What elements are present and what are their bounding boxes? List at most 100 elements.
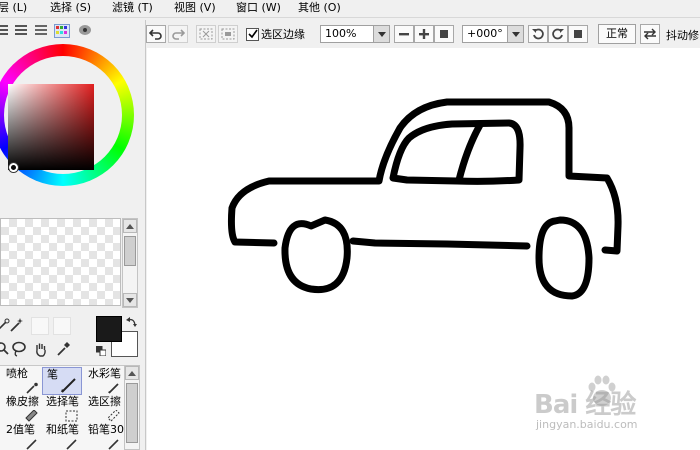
- deselect-button[interactable]: [196, 25, 216, 43]
- scratchpad-scrollbar[interactable]: [122, 218, 138, 308]
- angle-value: +000°: [467, 27, 503, 40]
- car-window: [389, 119, 524, 185]
- pen-icon: [61, 378, 76, 393]
- magic-wand-tool[interactable]: [8, 316, 26, 334]
- menu-bar: 层 (L) 选择 (S) 滤镜 (T) 视图 (V) 窗口 (W) 其他 (O): [0, 0, 700, 18]
- menu-select[interactable]: 选择 (S): [50, 1, 91, 15]
- brush-label: 选择笔: [46, 395, 79, 408]
- menu-filter[interactable]: 滤镜 (T): [112, 1, 153, 15]
- left-panel: 喷枪 笔 水彩笔 橡皮擦 选择笔 选区擦 2值笔 和纸笔 铅笔30: [0, 20, 146, 450]
- eyedropper-icon: [57, 342, 70, 356]
- magnifier-icon: [0, 342, 9, 355]
- brush-label: 笔: [47, 368, 58, 381]
- zoom-in-button[interactable]: [414, 25, 434, 43]
- brush-label: 橡皮擦: [6, 395, 39, 408]
- selection-eraser-icon: [107, 410, 120, 422]
- chevron-down-icon: [507, 26, 523, 42]
- rotate-reset-button[interactable]: [568, 25, 588, 43]
- brush-eraser[interactable]: 橡皮擦: [2, 395, 42, 423]
- hand-tool[interactable]: [32, 340, 50, 358]
- redo-button[interactable]: [168, 25, 188, 43]
- scroll-up-arrow[interactable]: [125, 366, 139, 380]
- lasso-icon: [12, 341, 26, 357]
- rotate-reset-icon: [574, 30, 582, 38]
- zoom-out-icon: [399, 33, 409, 36]
- menu-view[interactable]: 视图 (V): [174, 1, 216, 15]
- brush-pencil[interactable]: 铅笔30: [84, 423, 124, 450]
- check-icon: [247, 29, 258, 39]
- brush-label: 2值笔: [6, 423, 35, 436]
- rgb-slider-mode-button[interactable]: [14, 24, 30, 38]
- empty-tool-slot: [53, 317, 71, 335]
- scroll-up-arrow[interactable]: [123, 219, 137, 233]
- lasso-tool[interactable]: [10, 340, 28, 358]
- swap-colors-icon[interactable]: [126, 316, 138, 328]
- pencil-icon: [108, 439, 119, 450]
- brush-label: 和纸笔: [46, 423, 79, 436]
- redo-icon: [172, 29, 185, 40]
- saturation-value-square[interactable]: [8, 84, 94, 170]
- scroll-thumb[interactable]: [124, 236, 136, 266]
- hand-icon: [36, 343, 46, 357]
- menu-layer[interactable]: 层 (L): [0, 1, 27, 15]
- undo-icon: [149, 29, 162, 40]
- brush-selection-pen[interactable]: 选择笔: [42, 395, 82, 423]
- scroll-down-arrow[interactable]: [123, 293, 137, 307]
- blend-mode-button[interactable]: 正常: [598, 24, 636, 44]
- foreground-color-swatch[interactable]: [96, 316, 122, 342]
- chevron-down-icon: [373, 26, 389, 42]
- selection-edge-toggle[interactable]: 选区边缘: [246, 26, 305, 42]
- scroll-thumb[interactable]: [126, 383, 138, 443]
- brush-label: 喷枪: [6, 367, 28, 380]
- zoom-reset-button[interactable]: [434, 25, 454, 43]
- front-wheel: [281, 216, 351, 294]
- rotate-cw-button[interactable]: [548, 25, 568, 43]
- zoom-select[interactable]: 100%: [320, 25, 390, 43]
- invert-selection-button[interactable]: [218, 25, 238, 43]
- brush-palette-scrollbar[interactable]: [124, 365, 140, 450]
- triangle-up-icon: [126, 223, 134, 229]
- flip-button[interactable]: [640, 24, 660, 44]
- eyedropper-tool[interactable]: [54, 340, 72, 358]
- drawing-canvas[interactable]: [147, 48, 700, 450]
- triangle-up-icon: [128, 370, 136, 376]
- brush-label: 选区擦: [88, 395, 121, 408]
- zoom-in-icon: [419, 29, 429, 39]
- rear-wheel: [535, 216, 593, 300]
- selection-edge-checkbox[interactable]: [246, 27, 259, 41]
- undo-button[interactable]: [146, 25, 166, 43]
- color-picker-cursor[interactable]: [9, 163, 18, 172]
- window-pillar: [455, 121, 484, 184]
- menu-other[interactable]: 其他 (O): [298, 1, 341, 15]
- zoom-out-button[interactable]: [394, 25, 414, 43]
- angle-select[interactable]: +000°: [462, 25, 524, 43]
- brush-selection-eraser[interactable]: 选区擦: [84, 395, 124, 423]
- brush-pen[interactable]: 笔: [42, 367, 82, 395]
- brush-washi-paper[interactable]: 和纸笔: [42, 423, 82, 450]
- scratchpad-mode-button[interactable]: [78, 24, 94, 38]
- reset-colors-icon[interactable]: [95, 345, 107, 357]
- blend-mode-label: 正常: [606, 27, 628, 40]
- car-underside: [349, 237, 531, 250]
- brush-palette: 喷枪 笔 水彩笔 橡皮擦 选择笔 选区擦 2值笔 和纸笔 铅笔30: [0, 365, 124, 450]
- watercolor-brush-icon: [108, 383, 119, 394]
- zoom-reset-icon: [440, 30, 448, 38]
- brush-airbrush[interactable]: 喷枪: [2, 367, 42, 395]
- washi-brush-icon: [66, 439, 77, 450]
- hsv-slider-mode-button[interactable]: [34, 24, 50, 38]
- selection-edge-label: 选区边缘: [261, 28, 305, 41]
- scratchpad-area[interactable]: [0, 218, 121, 306]
- swatch-mode-button[interactable]: [54, 24, 70, 38]
- magic-wand-icon: [10, 318, 23, 332]
- brush-watercolor[interactable]: 水彩笔: [84, 367, 124, 395]
- triangle-down-icon: [126, 297, 134, 303]
- color-slider-mode-button[interactable]: [0, 24, 12, 38]
- brush-binary-pen[interactable]: 2值笔: [2, 423, 42, 450]
- menu-window[interactable]: 窗口 (W): [236, 1, 281, 15]
- flip-icon: [644, 28, 656, 40]
- rotate-ccw-button[interactable]: [528, 25, 548, 43]
- zoom-value: 100%: [325, 27, 357, 40]
- binary-pen-icon: [26, 439, 37, 450]
- airbrush-icon: [26, 382, 38, 394]
- brush-label: 铅笔30: [88, 423, 124, 436]
